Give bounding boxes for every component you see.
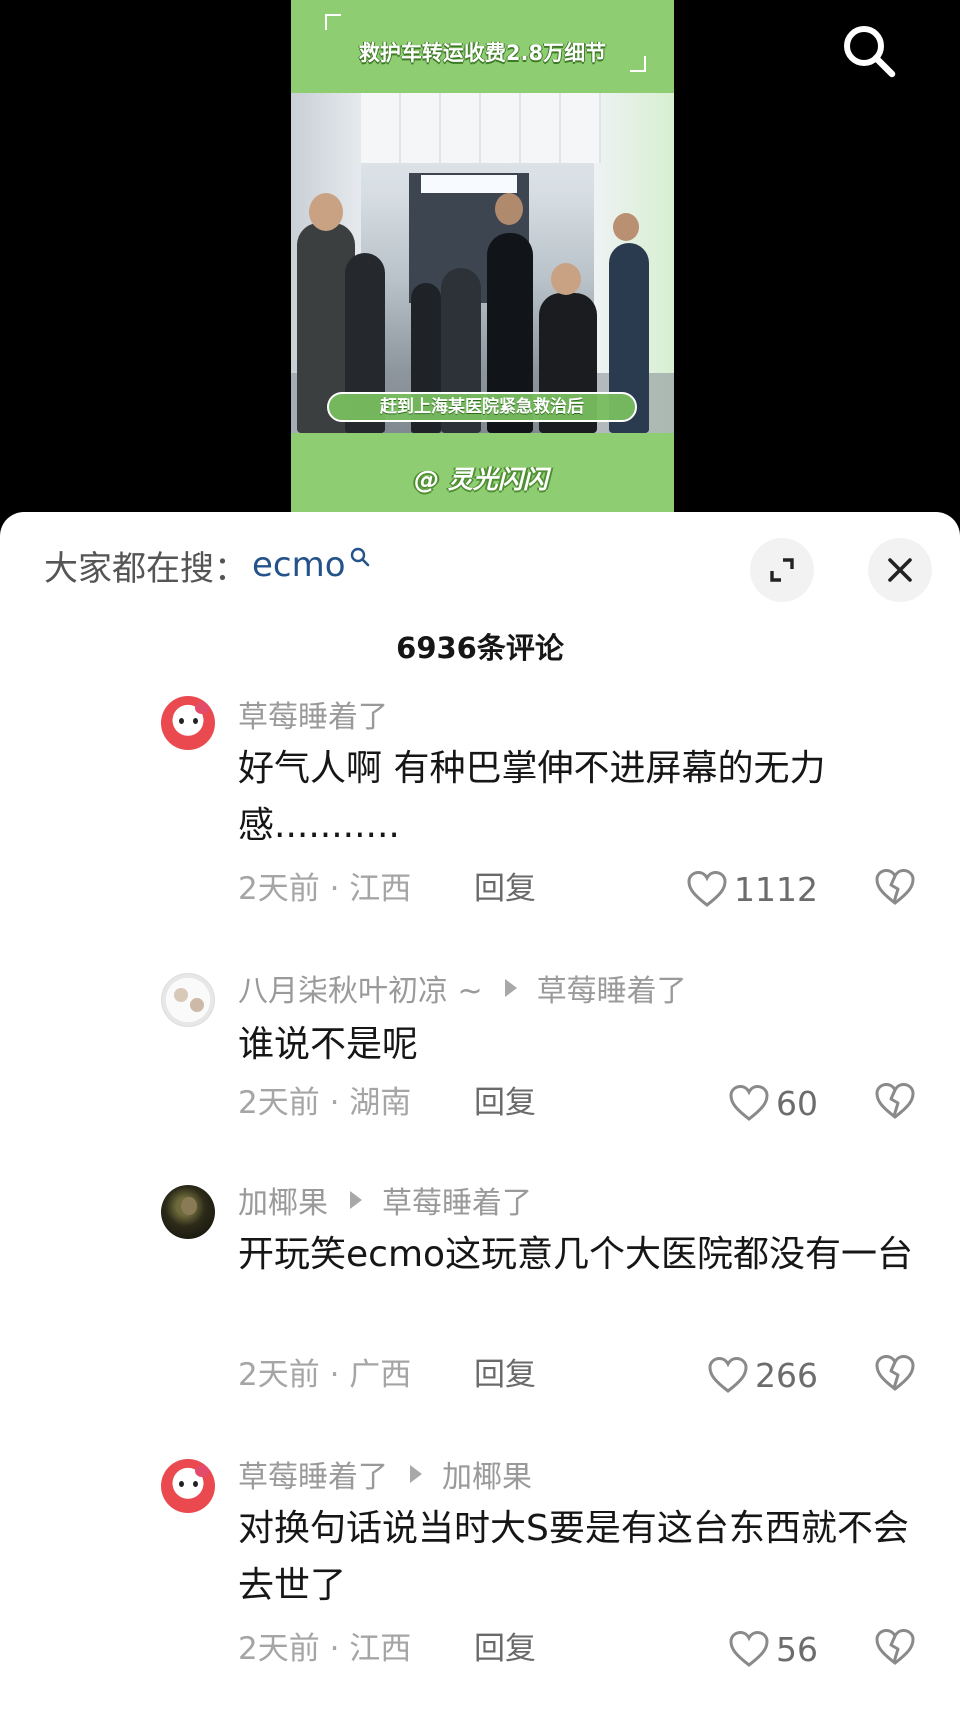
reply-to-author[interactable]: 加椰果 <box>442 1452 532 1496</box>
video-caption: 赶到上海某医院紧急救治后 <box>327 392 637 422</box>
comment-author[interactable]: 加椰果 <box>238 1178 328 1222</box>
comment-count: 6936条评论 <box>396 631 564 665</box>
search-small-icon <box>350 547 369 567</box>
expand-button[interactable] <box>750 538 814 602</box>
heart-icon <box>708 1356 748 1393</box>
comment-footer: 2天前 · 江西 回复 1112 <box>238 866 928 912</box>
reply-button[interactable]: 回复 <box>474 1626 536 1672</box>
comment-time-location: 2天前 · 广西 <box>238 1357 412 1393</box>
comment-footer: 2天前 · 湖南 回复 60 <box>238 1080 928 1126</box>
comment-text: 对换句话说当时大S要是有这台东西就不会去世了 <box>238 1508 909 1606</box>
comment-item: 草莓睡着了 加椰果 对换句话说当时大S要是有这台东西就不会去世了 2天前 · 江… <box>0 1452 960 1669</box>
reply-arrow-icon <box>350 1191 362 1209</box>
reply-arrow-icon <box>410 1465 422 1483</box>
dislike-button[interactable] <box>874 868 916 910</box>
dislike-button[interactable] <box>874 1354 916 1396</box>
avatar[interactable] <box>161 1185 215 1239</box>
close-button[interactable] <box>868 538 932 602</box>
hot-search-term[interactable]: ecmo <box>252 545 346 585</box>
dislike-button[interactable] <box>874 1628 916 1670</box>
like-button[interactable]: 266 <box>707 1352 818 1398</box>
hot-search-bar[interactable]: 大家都在搜： ecmo <box>44 542 370 589</box>
like-count: 56 <box>776 1629 818 1669</box>
comment-item: 八月柒秋叶初凉 ~ 草莓睡着了 谁说不是呢 2天前 · 湖南 回复 60 <box>0 966 960 1123</box>
comment-footer: 2天前 · 广西 回复 266 <box>238 1352 928 1398</box>
comment-panel: 大家都在搜： ecmo 6936条评论 草莓睡着了 好气人啊 有种巴掌伸不进屏幕… <box>0 512 960 1717</box>
comment-author[interactable]: 八月柒秋叶初凉 ~ <box>238 966 483 1010</box>
like-count: 60 <box>776 1083 818 1123</box>
avatar[interactable] <box>161 1459 215 1513</box>
heart-icon <box>729 1630 769 1667</box>
video-title: 救护车转运收费2.8万细节 <box>358 41 607 65</box>
comment-time-location: 2天前 · 湖南 <box>238 1085 412 1121</box>
hot-search-label: 大家都在搜： <box>44 548 248 589</box>
reply-arrow-icon <box>504 979 517 997</box>
comment-text: 谁说不是呢 <box>238 1024 419 1065</box>
comment-author[interactable]: 草莓睡着了 <box>238 692 388 736</box>
video-thumbnail[interactable]: 救护车转运收费2.8万细节 赶到上海某医院紧急救治后 @ 灵光闪闪 <box>291 0 674 520</box>
like-button[interactable]: 60 <box>728 1080 818 1126</box>
dislike-heart-icon <box>875 1354 915 1391</box>
dislike-heart-icon <box>875 1082 915 1119</box>
close-icon <box>888 558 912 582</box>
comment-footer: 2天前 · 江西 回复 56 <box>238 1626 928 1672</box>
dislike-button[interactable] <box>874 1082 916 1124</box>
comment-author-row: 八月柒秋叶初凉 ~ 草莓睡着了 <box>238 966 687 1010</box>
heart-icon <box>687 870 727 907</box>
like-count: 1112 <box>734 869 818 909</box>
like-button[interactable]: 56 <box>728 1626 818 1672</box>
search-icon <box>844 26 896 78</box>
avatar[interactable] <box>161 973 215 1027</box>
reply-button[interactable]: 回复 <box>474 866 536 912</box>
reply-to-author[interactable]: 草莓睡着了 <box>537 966 687 1010</box>
reply-to-author[interactable]: 草莓睡着了 <box>382 1178 532 1222</box>
dislike-heart-icon <box>875 868 915 905</box>
comment-author-row: 加椰果 草莓睡着了 <box>238 1178 532 1222</box>
video-watermark: @ 灵光闪闪 <box>414 465 548 494</box>
comment-text: 好气人啊 有种巴掌伸不进屏幕的无力感........... <box>238 748 826 846</box>
reply-button[interactable]: 回复 <box>474 1080 536 1126</box>
comment-text: 开玩笑ecmo这玩意几个大医院都没有一台 <box>238 1234 914 1275</box>
comment-author[interactable]: 草莓睡着了 <box>238 1452 388 1496</box>
comment-item: 加椰果 草莓睡着了 开玩笑ecmo这玩意几个大医院都没有一台 2天前 · 广西 … <box>0 1178 960 1395</box>
like-button[interactable]: 1112 <box>686 866 818 912</box>
comment-item: 草莓睡着了 好气人啊 有种巴掌伸不进屏幕的无力感........... 2天前 … <box>0 692 960 909</box>
title-bracket-decoration <box>325 14 341 30</box>
avatar[interactable] <box>161 696 215 750</box>
like-count: 266 <box>755 1355 818 1395</box>
search-button[interactable] <box>838 20 900 82</box>
video-frame-image <box>291 93 674 433</box>
reply-button[interactable]: 回复 <box>474 1352 536 1398</box>
comment-author-row: 草莓睡着了 加椰果 <box>238 1452 532 1496</box>
dislike-heart-icon <box>875 1628 915 1665</box>
video-area[interactable]: 救护车转运收费2.8万细节 赶到上海某医院紧急救治后 @ 灵光闪闪 <box>0 0 960 520</box>
heart-icon <box>729 1084 769 1121</box>
comment-author-row: 草莓睡着了 <box>238 692 388 736</box>
comment-time-location: 2天前 · 江西 <box>238 1631 412 1667</box>
expand-icon <box>770 558 794 582</box>
comment-time-location: 2天前 · 江西 <box>238 871 412 907</box>
